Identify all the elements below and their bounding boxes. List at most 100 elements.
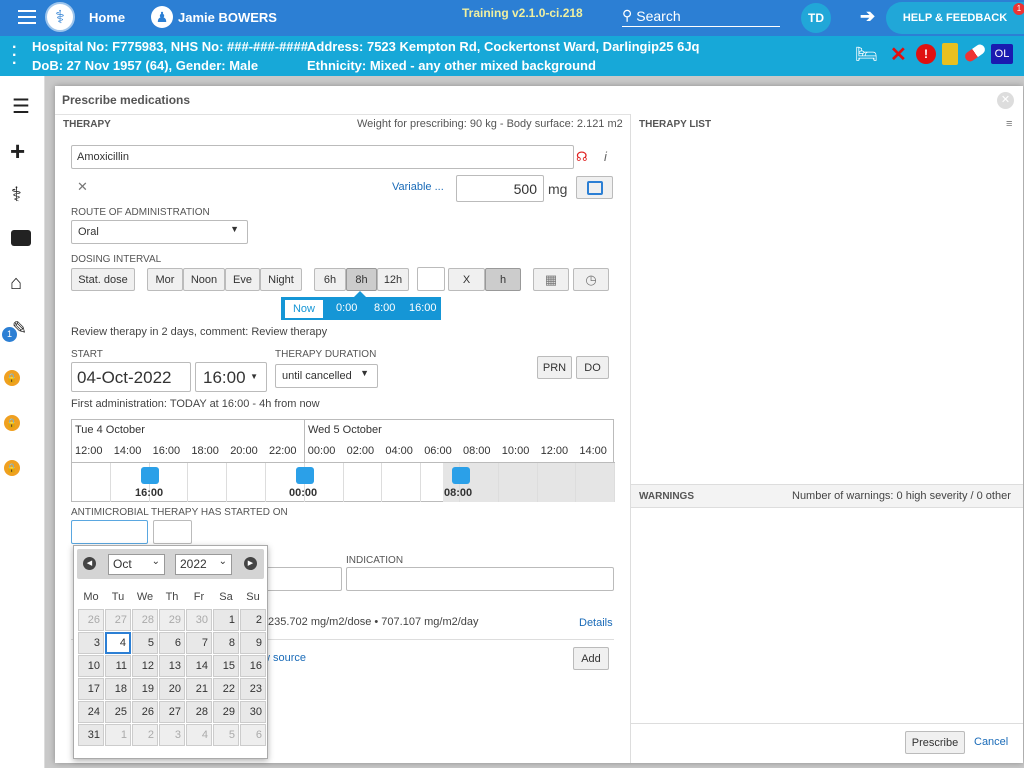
more-icon[interactable]: · · · [12, 40, 17, 72]
list-icon[interactable]: ☰ [12, 94, 30, 119]
calendar-day[interactable]: 20 [159, 678, 185, 700]
medication-icon[interactable] [942, 43, 958, 65]
calendar-day[interactable]: 6 [240, 724, 266, 746]
time-slot[interactable] [188, 463, 228, 502]
ol-badge[interactable]: OL [991, 44, 1013, 64]
calendar-day[interactable]: 23 [240, 678, 266, 700]
stethoscope-icon[interactable]: ⚕ [11, 182, 22, 207]
dose-marker[interactable] [296, 467, 314, 484]
calendar-day[interactable]: 26 [78, 609, 104, 631]
patient-name[interactable]: Jamie BOWERS [178, 10, 277, 25]
calendar-day[interactable]: 4 [105, 632, 131, 654]
mor-button[interactable]: Mor [147, 268, 183, 291]
calendar-day[interactable]: 1 [105, 724, 131, 746]
calendar-day[interactable]: 29 [159, 609, 185, 631]
pill-icon[interactable] [963, 42, 987, 64]
logout-icon[interactable]: ➔ [860, 6, 875, 27]
dose-marker[interactable] [452, 467, 470, 484]
noon-button[interactable]: Noon [183, 268, 225, 291]
dose-marker[interactable] [141, 467, 159, 484]
calendar-day[interactable]: 16 [240, 655, 266, 677]
prev-month-icon[interactable]: ◀ [83, 557, 96, 570]
calendar-day[interactable]: 27 [159, 701, 185, 723]
interval-6h-button[interactable]: 6h [314, 268, 346, 291]
therapy-list-menu-icon[interactable]: ≡ [1006, 118, 1012, 130]
year-select[interactable]: 2022 ⌄ [175, 554, 232, 575]
calendar-day[interactable]: 12 [132, 655, 158, 677]
clear-icon[interactable]: ✕ [77, 179, 88, 195]
user-avatar[interactable]: TD [801, 3, 831, 33]
x-button[interactable]: X [448, 268, 485, 291]
month-select[interactable]: Oct ⌄ [108, 554, 165, 575]
time-16[interactable]: 16:00 [409, 302, 437, 314]
interval-12h-button[interactable]: 12h [377, 268, 409, 291]
calendar-day[interactable]: 11 [105, 655, 131, 677]
add-button[interactable]: Add [573, 647, 609, 670]
custom-interval-input[interactable] [417, 267, 445, 291]
calendar-day[interactable]: 5 [213, 724, 239, 746]
time-8[interactable]: 8:00 [374, 302, 395, 314]
calendar-day[interactable]: 22 [213, 678, 239, 700]
calendar-day[interactable]: 9 [240, 632, 266, 654]
time-slot[interactable] [344, 463, 383, 502]
calendar-day[interactable]: 10 [78, 655, 104, 677]
time-slot[interactable] [538, 463, 577, 502]
stat-dose-button[interactable]: Stat. dose [71, 268, 135, 291]
app-logo[interactable]: ⚕ [45, 2, 75, 32]
calendar-day[interactable]: 2 [132, 724, 158, 746]
calendar-day[interactable]: 30 [240, 701, 266, 723]
calendar-day[interactable]: 26 [132, 701, 158, 723]
calendar-day[interactable]: 31 [78, 724, 104, 746]
h-button[interactable]: h [485, 268, 521, 291]
time-slot[interactable] [227, 463, 266, 502]
rss-icon[interactable]: ☊ [576, 149, 588, 165]
medication-input[interactable]: Amoxicillin [71, 145, 574, 169]
close-icon[interactable]: ✕ [997, 92, 1014, 109]
calendar-day[interactable]: 15 [213, 655, 239, 677]
variable-link[interactable]: Variable ... [392, 181, 444, 193]
help-button[interactable]: HELP & FEEDBACK [886, 2, 1024, 34]
now-button[interactable]: Now [285, 300, 323, 318]
calendar-day[interactable]: 21 [186, 678, 212, 700]
home-link[interactable]: Home [89, 10, 125, 25]
calendar-day[interactable]: 3 [159, 724, 185, 746]
cancel-link[interactable]: Cancel [974, 736, 1008, 748]
time-slot[interactable] [72, 463, 111, 502]
calendar-button[interactable]: ▦ [533, 268, 569, 291]
calendar-day[interactable]: 14 [186, 655, 212, 677]
calendar-day[interactable]: 25 [105, 701, 131, 723]
calendar-day[interactable]: 27 [105, 609, 131, 631]
plus-icon[interactable]: + [10, 136, 25, 167]
calendar-day[interactable]: 30 [186, 609, 212, 631]
search-box[interactable]: ⚲ Search [622, 5, 780, 27]
time-slot[interactable] [499, 463, 538, 502]
calendar-day[interactable]: 17 [78, 678, 104, 700]
antimicrobial-date-input[interactable] [71, 520, 148, 544]
calendar-day[interactable]: 1 [213, 609, 239, 631]
interval-8h-button[interactable]: 8h [346, 268, 377, 291]
calendar-day[interactable]: 5 [132, 632, 158, 654]
prescribe-button[interactable]: Prescribe [905, 731, 965, 754]
time-0[interactable]: 0:00 [336, 302, 357, 314]
source-link[interactable]: w source [262, 652, 306, 664]
time-slot[interactable] [382, 463, 422, 502]
calendar-day[interactable]: 7 [186, 632, 212, 654]
calendar-day[interactable]: 28 [186, 701, 212, 723]
clock-button[interactable]: ◷ [573, 268, 609, 291]
time-slot[interactable] [576, 463, 616, 502]
calendar-day[interactable]: 19 [132, 678, 158, 700]
duration-select[interactable]: until cancelled ▼ [275, 364, 378, 388]
calendar-day[interactable]: 18 [105, 678, 131, 700]
indication-input[interactable] [346, 567, 614, 591]
camera-icon[interactable] [11, 230, 31, 246]
do-button[interactable]: DO [576, 356, 609, 379]
alert-icon[interactable]: ! [916, 44, 936, 64]
night-button[interactable]: Night [260, 268, 302, 291]
info-icon[interactable]: i [604, 149, 607, 164]
calendar-day[interactable]: 3 [78, 632, 104, 654]
eve-button[interactable]: Eve [225, 268, 260, 291]
start-time-select[interactable]: 16:00 ▼ [195, 362, 267, 392]
start-date-input[interactable]: 04-Oct-2022 [71, 362, 191, 392]
dose-input[interactable]: 500 [456, 175, 544, 202]
comment-input[interactable] [255, 567, 342, 591]
